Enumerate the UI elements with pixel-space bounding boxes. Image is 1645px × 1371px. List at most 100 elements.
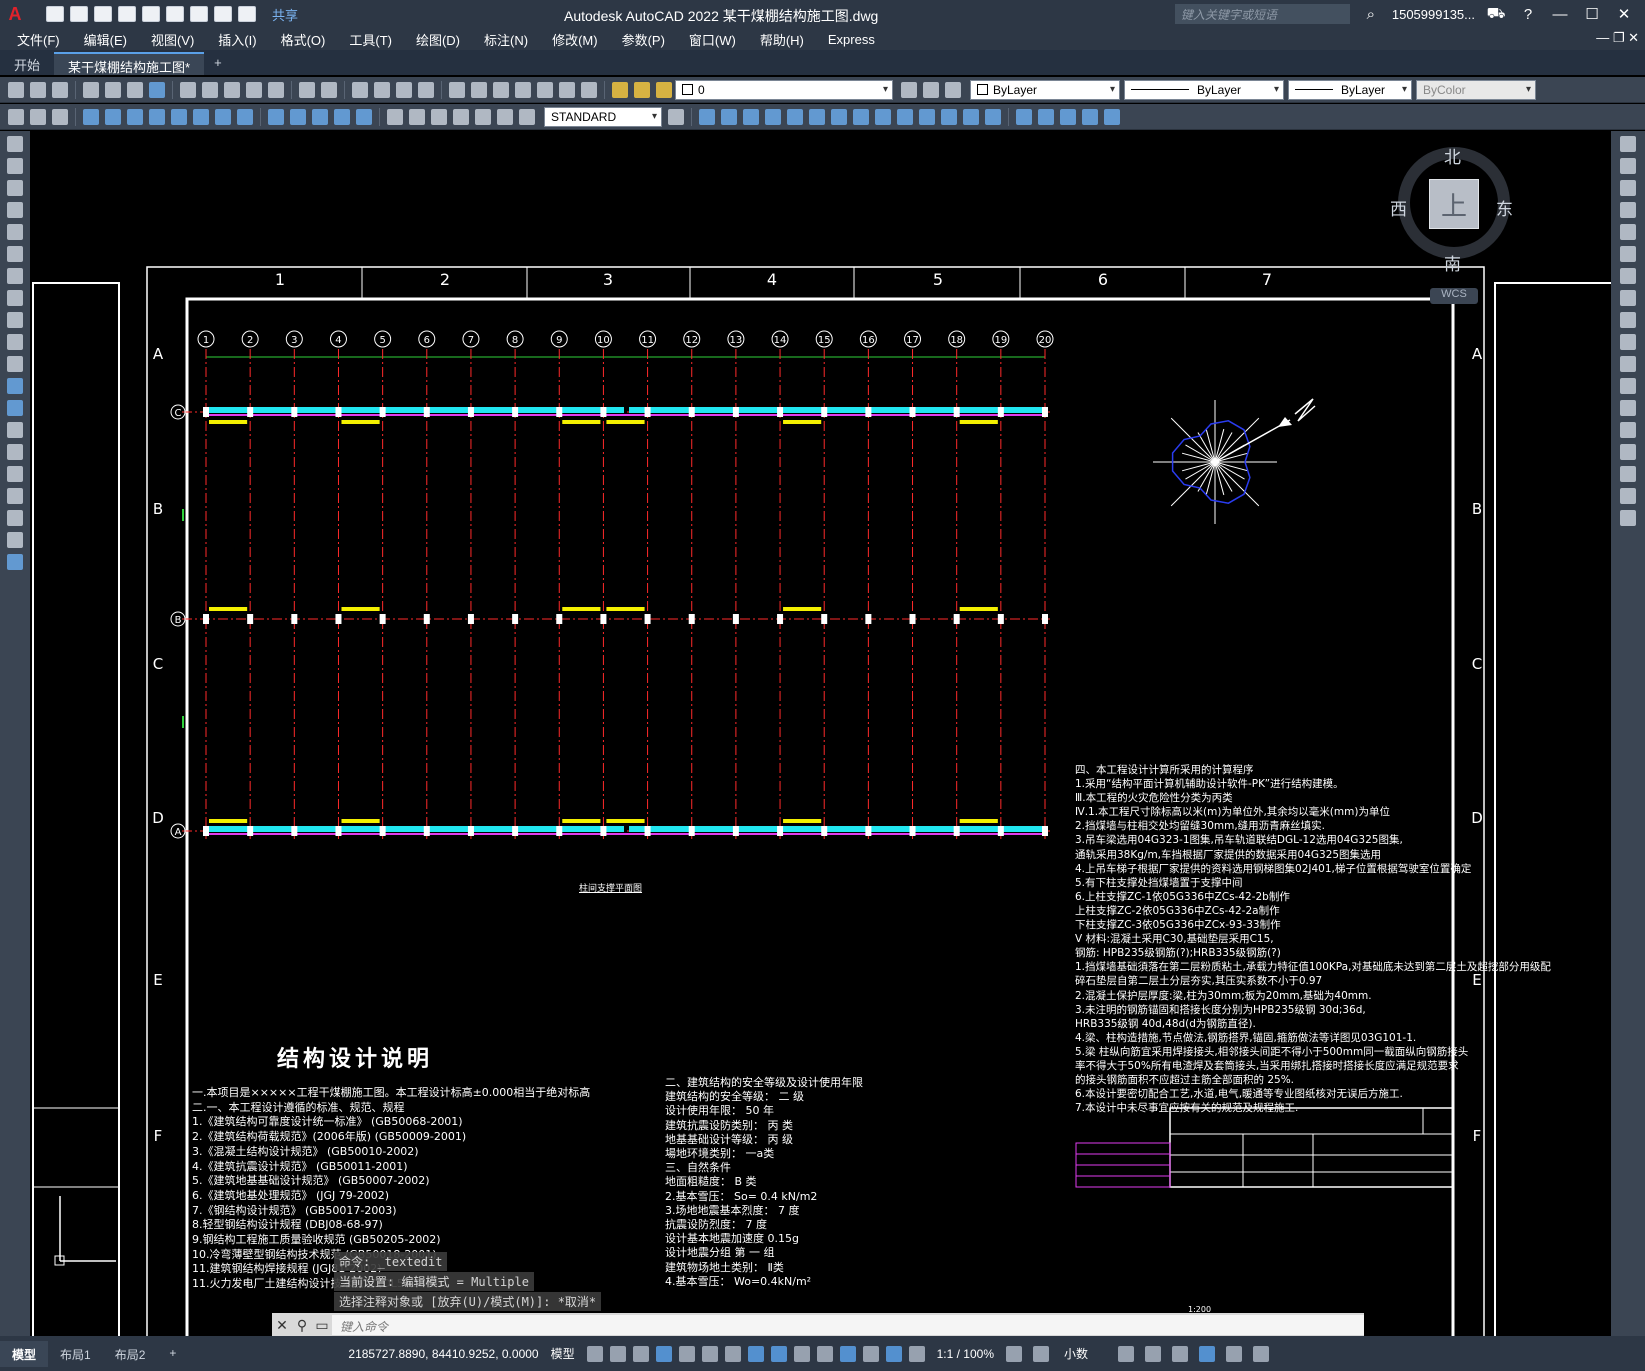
cut-icon[interactable] bbox=[180, 81, 196, 98]
lock-ui-icon[interactable] bbox=[1145, 1345, 1161, 1362]
units-dropdown[interactable]: 小数 bbox=[1064, 1345, 1088, 1362]
lineweight-icon[interactable] bbox=[770, 1345, 787, 1362]
stretch-icon[interactable] bbox=[1620, 312, 1636, 328]
pan-icon[interactable] bbox=[352, 81, 368, 98]
trim-icon[interactable] bbox=[1620, 334, 1636, 350]
new-tab-button[interactable]: + bbox=[204, 52, 232, 75]
save-web-icon[interactable] bbox=[166, 6, 184, 22]
match-properties-icon[interactable] bbox=[246, 81, 262, 98]
tolerance-icon[interactable] bbox=[387, 108, 403, 125]
separate-icon[interactable] bbox=[1038, 108, 1054, 125]
cart-icon[interactable]: ⛟ bbox=[1485, 5, 1507, 24]
torus-icon[interactable] bbox=[809, 108, 825, 125]
tab-start[interactable]: 开始 bbox=[0, 52, 54, 75]
layer-dropdown[interactable]: 0 bbox=[675, 79, 893, 100]
text-style-dropdown[interactable]: STANDARD bbox=[544, 106, 662, 127]
isolate-objects-icon[interactable] bbox=[1172, 1345, 1188, 1362]
interfere-icon[interactable] bbox=[919, 108, 935, 125]
publish-icon[interactable] bbox=[127, 81, 143, 98]
rotate-icon[interactable] bbox=[1620, 268, 1636, 284]
menu-item[interactable]: 文件(F) bbox=[0, 30, 72, 49]
spline-icon[interactable] bbox=[7, 312, 23, 328]
construction-line-icon[interactable] bbox=[7, 158, 23, 174]
search-icon[interactable]: ⌕ bbox=[1360, 6, 1382, 23]
transparency-icon[interactable] bbox=[793, 1345, 810, 1362]
object-snap-tracking-icon[interactable] bbox=[724, 1345, 741, 1362]
imprint-icon[interactable] bbox=[1104, 108, 1120, 125]
region-icon[interactable] bbox=[7, 488, 23, 504]
fillet-icon[interactable] bbox=[1620, 466, 1636, 482]
design-center-icon[interactable] bbox=[471, 81, 487, 98]
mirror-icon[interactable] bbox=[1620, 180, 1636, 196]
plot-icon[interactable] bbox=[83, 81, 99, 98]
menu-item[interactable]: 参数(P) bbox=[610, 30, 677, 49]
minimize-icon[interactable]: — bbox=[1549, 6, 1571, 23]
aligned-dimension-icon[interactable] bbox=[105, 108, 121, 125]
infer-constraints-icon[interactable] bbox=[632, 1345, 649, 1362]
open-icon[interactable] bbox=[70, 6, 88, 22]
save-as-icon[interactable] bbox=[118, 6, 136, 22]
command-input[interactable]: 键入命令 bbox=[332, 1315, 1364, 1335]
sphere-icon[interactable] bbox=[721, 108, 737, 125]
revolve-icon[interactable] bbox=[853, 108, 869, 125]
radius-icon[interactable] bbox=[171, 108, 187, 125]
wcs-menu[interactable]: WCS bbox=[1430, 288, 1478, 304]
new-icon[interactable] bbox=[46, 6, 64, 22]
section-icon[interactable] bbox=[897, 108, 913, 125]
multileader-style-icon[interactable] bbox=[52, 108, 68, 125]
sheet-set-icon[interactable] bbox=[515, 81, 531, 98]
subtract-icon[interactable] bbox=[963, 108, 979, 125]
dimension-edit-icon[interactable] bbox=[475, 108, 491, 125]
quick-properties-icon[interactable] bbox=[1118, 1345, 1134, 1362]
grid-icon[interactable] bbox=[586, 1345, 603, 1362]
block-editor-icon[interactable] bbox=[268, 81, 284, 98]
menu-item[interactable]: 修改(M) bbox=[540, 30, 610, 49]
dimension-update-icon[interactable] bbox=[519, 108, 535, 125]
plot-icon[interactable] bbox=[190, 6, 208, 22]
new-icon[interactable] bbox=[8, 81, 24, 98]
dimension-style-icon[interactable] bbox=[8, 108, 24, 125]
share-button[interactable]: 共享 bbox=[272, 5, 298, 24]
document-window-controls[interactable]: — ❐ ✕ bbox=[1596, 30, 1639, 46]
open-web-icon[interactable] bbox=[142, 6, 160, 22]
tab-model[interactable]: 模型 bbox=[0, 1340, 49, 1367]
customization-icon[interactable] bbox=[1253, 1345, 1269, 1362]
help-icon[interactable] bbox=[581, 81, 597, 98]
menu-item[interactable]: 编辑(E) bbox=[72, 30, 139, 49]
array-icon[interactable] bbox=[1620, 224, 1636, 240]
tab-layout2[interactable]: 布局2 bbox=[103, 1341, 158, 1367]
tab-drawing[interactable]: 某干煤棚结构施工图* bbox=[54, 52, 205, 75]
redo-icon[interactable] bbox=[238, 6, 256, 22]
shell-icon[interactable] bbox=[1016, 108, 1032, 125]
tab-layout1[interactable]: 布局1 bbox=[48, 1341, 103, 1367]
arc-length-icon[interactable] bbox=[127, 108, 143, 125]
zoom-window-icon[interactable] bbox=[396, 81, 412, 98]
compass-south[interactable]: 南 bbox=[1444, 250, 1461, 275]
lineweight-dropdown[interactable]: ByLayer bbox=[1288, 79, 1412, 100]
ordinate-icon[interactable] bbox=[149, 108, 165, 125]
zoom-realtime-icon[interactable] bbox=[374, 81, 390, 98]
jogged-icon[interactable] bbox=[193, 108, 209, 125]
open-icon[interactable] bbox=[30, 81, 46, 98]
viewcube-face-top[interactable]: 上 bbox=[1429, 179, 1479, 229]
layer-previous-icon[interactable] bbox=[945, 81, 961, 98]
make-block-icon[interactable] bbox=[7, 400, 23, 416]
offset-icon[interactable] bbox=[1620, 202, 1636, 218]
angular-icon[interactable] bbox=[237, 108, 253, 125]
dimension-space-icon[interactable] bbox=[334, 108, 350, 125]
menu-item[interactable]: 帮助(H) bbox=[748, 30, 816, 49]
copy-object-icon[interactable] bbox=[1620, 158, 1636, 174]
polyline-icon[interactable] bbox=[7, 180, 23, 196]
plot-preview-icon[interactable] bbox=[105, 81, 121, 98]
circle-icon[interactable] bbox=[7, 268, 23, 284]
dimension-break-icon[interactable] bbox=[356, 108, 372, 125]
search-input[interactable]: 键入关键字或短语 bbox=[1174, 4, 1350, 24]
tool-palettes-icon[interactable] bbox=[493, 81, 509, 98]
point-icon[interactable] bbox=[7, 422, 23, 438]
extend-icon[interactable] bbox=[1620, 356, 1636, 372]
cylinder-icon[interactable] bbox=[743, 108, 759, 125]
center-mark-icon[interactable] bbox=[409, 108, 425, 125]
continue-icon[interactable] bbox=[312, 108, 328, 125]
menu-item[interactable]: 插入(I) bbox=[206, 30, 268, 49]
markup-icon[interactable] bbox=[537, 81, 553, 98]
